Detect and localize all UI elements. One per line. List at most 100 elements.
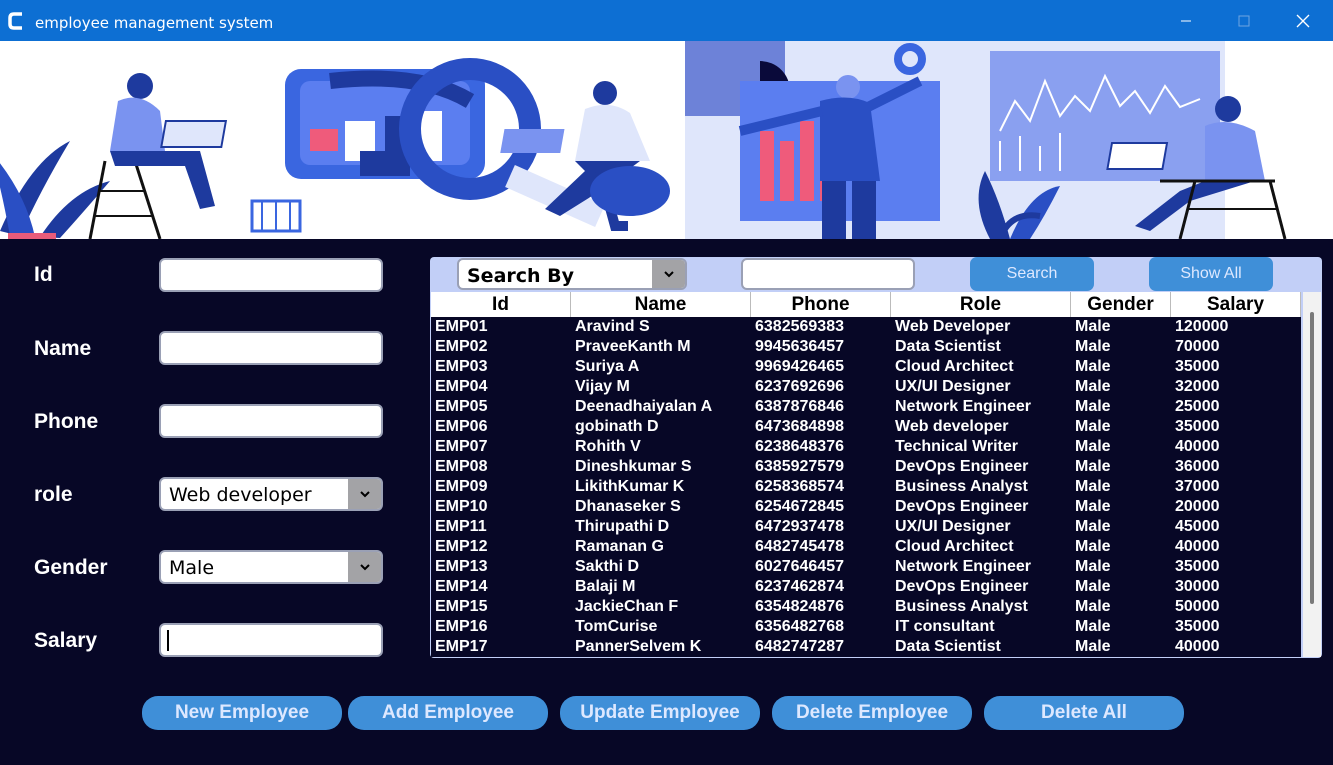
table-cell: Aravind S: [575, 318, 650, 335]
name-field[interactable]: [159, 331, 383, 365]
role-dropdown-arrow[interactable]: [348, 479, 381, 509]
gender-selected-value: Male: [169, 557, 215, 579]
table-cell: 35000: [1175, 558, 1220, 575]
table-cell: Thirupathi D: [575, 518, 670, 535]
table-cell: Cloud Architect: [895, 358, 1014, 375]
table-cell: IT consultant: [895, 618, 995, 635]
table-cell: 6387876846: [755, 398, 844, 415]
table-cell: 6237462874: [755, 578, 844, 595]
add-employee-button[interactable]: Add Employee: [348, 696, 548, 730]
table-cell: UX/UI Designer: [895, 378, 1011, 395]
table-cell: EMP09: [435, 478, 488, 495]
table-cell: 6027646457: [755, 558, 844, 575]
table-cell: Male: [1075, 618, 1111, 635]
delete-employee-button[interactable]: Delete Employee: [772, 696, 972, 730]
id-field[interactable]: [159, 258, 383, 292]
column-header[interactable]: Salary: [1171, 292, 1301, 317]
table-cell: Male: [1075, 438, 1111, 455]
search-button[interactable]: Search: [970, 257, 1094, 291]
chevron-down-icon: [359, 491, 370, 498]
table-cell: TomCurise: [575, 618, 658, 635]
table-cell: Vijay M: [575, 378, 630, 395]
table-cell: 6254672845: [755, 498, 844, 515]
table-row[interactable]: EMP05 Deenadhaiyalan A 6387876846 Network E…: [431, 397, 1301, 417]
table-cell: 6385927579: [755, 458, 844, 475]
table-cell: EMP16: [435, 618, 488, 635]
table-cell: EMP02: [435, 338, 488, 355]
delete-all-button[interactable]: Delete All: [984, 696, 1184, 730]
table-row[interactable]: EMP04 Vijay M 6237692696 UX/UI Designer Male…: [431, 377, 1301, 397]
table-cell: Male: [1075, 598, 1111, 615]
search-by-dropdown[interactable]: Search By: [457, 258, 687, 290]
table-row[interactable]: EMP06 gobinath D 6473684898 Web developer Ma…: [431, 417, 1301, 437]
table-row[interactable]: EMP16 TomCurise 6356482768 IT consultant Mal…: [431, 617, 1301, 637]
table-cell: EMP07: [435, 438, 488, 455]
table-cell: Business Analyst: [895, 598, 1028, 615]
role-dropdown[interactable]: Web developer: [159, 477, 383, 511]
table-cell: 35000: [1175, 418, 1220, 435]
table-cell: 40000: [1175, 538, 1220, 555]
column-header[interactable]: Id: [431, 292, 571, 317]
table-cell: 25000: [1175, 398, 1220, 415]
show-all-button[interactable]: Show All: [1149, 257, 1273, 291]
table-scrollbar-thumb[interactable]: [1310, 312, 1314, 604]
search-input[interactable]: [741, 258, 915, 290]
table-row[interactable]: EMP12 Ramanan G 6482745478 Cloud Architect M…: [431, 537, 1301, 557]
table-cell: 9969426465: [755, 358, 844, 375]
table-row[interactable]: EMP09 LikithKumar K 6258368574 Business Ana…: [431, 477, 1301, 497]
table-row[interactable]: EMP11 Thirupathi D 6472937478 UX/UI Designe…: [431, 517, 1301, 537]
search-by-label: Search By: [467, 265, 575, 287]
table-row[interactable]: EMP17 PannerSelvem K 6482747287 Data Scient…: [431, 637, 1301, 657]
phone-label: Phone: [34, 410, 99, 433]
table-header: Id Name Phone Role Gender Salary: [431, 292, 1301, 317]
table-cell: EMP11: [435, 518, 487, 535]
minimize-button[interactable]: [1157, 0, 1215, 41]
table-row[interactable]: EMP08 Dineshkumar S 6385927579 DevOps Engin…: [431, 457, 1301, 477]
maximize-icon: [1238, 15, 1250, 26]
search-by-arrow[interactable]: [652, 260, 685, 288]
update-employee-button[interactable]: Update Employee: [560, 696, 760, 730]
table-row[interactable]: EMP10 Dhanaseker S 6254672845 DevOps Engine…: [431, 497, 1301, 517]
salary-field[interactable]: [159, 623, 383, 657]
table-row[interactable]: EMP01 Aravind S 6382569383 Web Developer Mal…: [431, 317, 1301, 337]
close-button[interactable]: [1274, 0, 1332, 41]
gender-dropdown[interactable]: Male: [159, 550, 383, 584]
table-cell: Dineshkumar S: [575, 458, 692, 475]
table-row[interactable]: EMP03 Suriya A 9969426465 Cloud Architect Ma…: [431, 357, 1301, 377]
table-row[interactable]: EMP13 Sakthi D 6027646457 Network Engineer M…: [431, 557, 1301, 577]
new-employee-button[interactable]: New Employee: [142, 696, 342, 730]
table-cell: 6473684898: [755, 418, 844, 435]
name-label: Name: [34, 337, 92, 360]
table-cell: 6258368574: [755, 478, 844, 495]
table-cell: Network Engineer: [895, 558, 1032, 575]
chevron-down-icon: [663, 271, 674, 278]
table-cell: 6354824876: [755, 598, 844, 615]
table-cell: Male: [1075, 358, 1111, 375]
table-cell: 6482745478: [755, 538, 844, 555]
table-cell: Male: [1075, 478, 1111, 495]
table-row[interactable]: EMP02 PraveeKanth M 9945636457 Data Scienti…: [431, 337, 1301, 357]
column-header[interactable]: Phone: [751, 292, 891, 317]
table-cell: EMP01: [435, 318, 488, 335]
table-cell: EMP13: [435, 558, 488, 575]
table-cell: gobinath D: [575, 418, 659, 435]
table-cell: Data Scientist: [895, 638, 1001, 655]
table-cell: 9945636457: [755, 338, 844, 355]
table-cell: EMP06: [435, 418, 488, 435]
employee-table: Id Name Phone Role Gender Salary EMP01 Aravind…: [431, 292, 1301, 657]
table-cell: 6238648376: [755, 438, 844, 455]
gender-dropdown-arrow[interactable]: [348, 552, 381, 582]
text-cursor: [167, 630, 169, 651]
table-row[interactable]: EMP07 Rohith V 6238648376 Technical Writer M…: [431, 437, 1301, 457]
table-cell: Dhanaseker S: [575, 498, 681, 515]
salary-label: Salary: [34, 629, 98, 652]
table-cell: EMP05: [435, 398, 488, 415]
column-header[interactable]: Name: [571, 292, 751, 317]
maximize-button[interactable]: [1215, 0, 1273, 41]
table-row[interactable]: EMP15 JackieChan F 6354824876 Business Anal…: [431, 597, 1301, 617]
phone-field[interactable]: [159, 404, 383, 438]
column-header[interactable]: Gender: [1071, 292, 1171, 317]
column-header[interactable]: Role: [891, 292, 1071, 317]
table-cell: 35000: [1175, 358, 1220, 375]
table-row[interactable]: EMP14 Balaji M 6237462874 DevOps Engineer Ma…: [431, 577, 1301, 597]
